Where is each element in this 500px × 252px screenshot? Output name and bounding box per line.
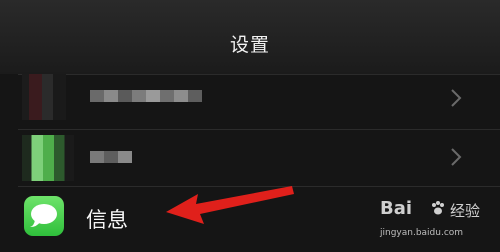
messages-label: 信息 [86,208,128,232]
settings-row-blurred-1[interactable] [0,74,500,129]
blurred-label [90,151,132,163]
blurred-app-icon [22,135,74,181]
blurred-app-icon [22,74,66,120]
baidu-jingyan-watermark: Bai 经验 jingyan.baidu.com [380,198,498,252]
nav-header: 设置 [0,0,500,74]
watermark-url: jingyan.baidu.com [380,228,464,238]
annotation-arrow [166,186,294,224]
chevron-right-icon [451,89,462,107]
watermark-text: 经验 [450,202,481,220]
messages-icon [24,196,64,236]
watermark-brand: Bai [380,198,413,219]
page-title: 设置 [229,34,270,56]
blurred-label [90,90,202,102]
chevron-right-icon [451,148,462,166]
settings-row-blurred-2[interactable] [0,129,500,186]
paw-icon [432,201,444,215]
settings-screen: 设置 信息 Bai 经验 jingyan.baidu.com [0,0,500,252]
